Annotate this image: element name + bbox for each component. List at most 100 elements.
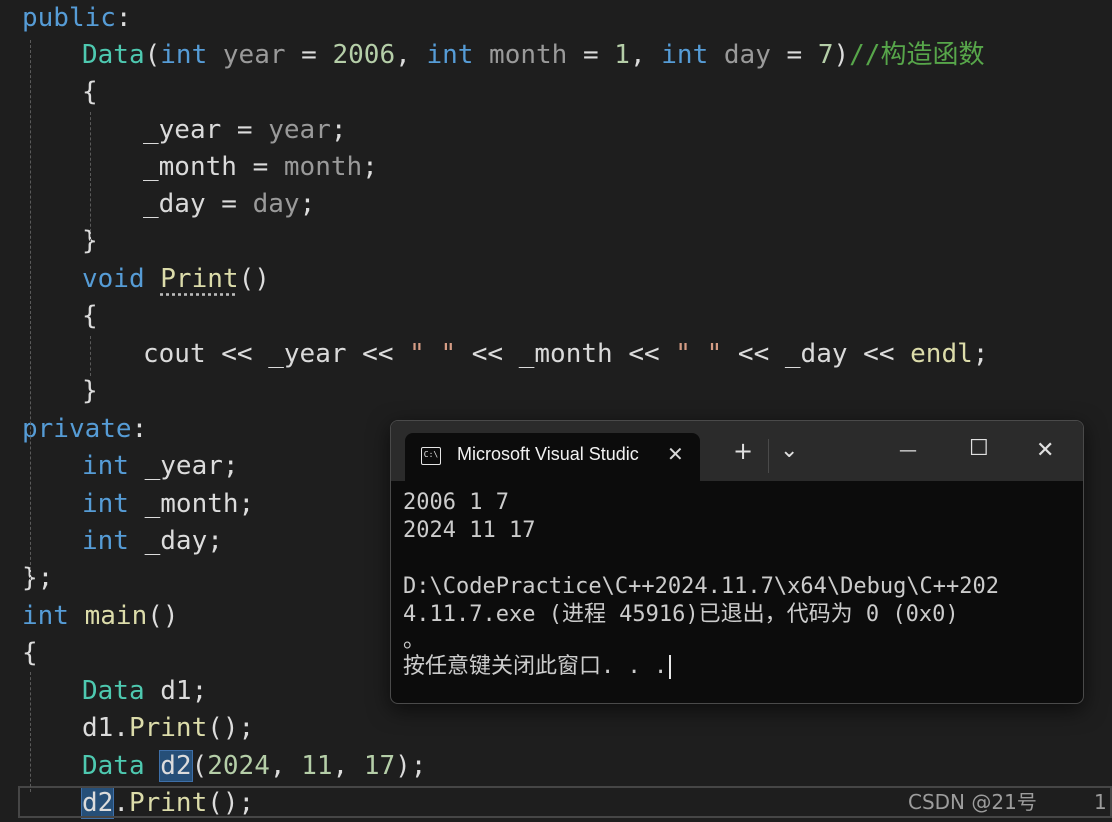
code-token: { — [82, 301, 98, 331]
code-token: 2024 — [207, 751, 270, 781]
close-window-button[interactable]: ✕ — [1036, 437, 1054, 465]
code-line[interactable]: { — [82, 298, 98, 335]
code-token: int — [82, 489, 129, 519]
code-line[interactable]: Data d2(2024, 11, 17); — [82, 748, 426, 785]
code-token: << — [847, 339, 911, 369]
code-token: ; — [362, 152, 378, 182]
terminal-line: 2006 1 7 — [403, 490, 509, 515]
code-line[interactable]: cout << _year << " " << _month << " " <<… — [143, 336, 988, 373]
code-token: ( — [191, 751, 208, 781]
chevron-down-icon[interactable]: ⌄ — [780, 437, 798, 465]
terminal-output[interactable]: 2006 1 7 2024 11 17 D:\CodePractice\C++2… — [403, 489, 1073, 681]
code-token: int — [82, 451, 129, 481]
code-line[interactable]: } — [82, 373, 98, 410]
code-line[interactable]: int _month; — [82, 486, 254, 523]
code-line[interactable]: int main() — [22, 598, 179, 635]
code-token: private — [22, 414, 132, 444]
text-caret — [669, 655, 672, 679]
code-token: _year; — [128, 451, 239, 481]
code-token: Print — [128, 713, 208, 743]
code-token: = — [285, 40, 333, 70]
code-token: _month; — [128, 489, 255, 519]
code-line[interactable]: public: — [22, 0, 132, 37]
code-token: ) — [833, 40, 850, 70]
code-line[interactable]: d1.Print(); — [82, 710, 254, 747]
code-line[interactable]: { — [22, 635, 38, 672]
code-token: , — [332, 751, 364, 781]
code-token: << — [205, 339, 269, 369]
terminal-line: 4.11.7.exe (进程 45916)已退出，代码为 0 (0x0) — [403, 602, 959, 627]
code-line[interactable]: void Print() — [82, 261, 270, 298]
code-line[interactable]: _year = year; — [143, 112, 347, 149]
code-token: , — [395, 40, 427, 70]
code-token: int — [426, 40, 474, 70]
code-token: main — [84, 601, 148, 631]
line-indicator: 1 — [1094, 790, 1107, 814]
code-token: 7 — [817, 40, 834, 70]
code-line[interactable]: int _year; — [82, 448, 239, 485]
code-token: , — [629, 40, 662, 70]
minimize-button[interactable]: — — [899, 437, 917, 465]
code-line[interactable]: private: — [22, 411, 147, 448]
indent-guide — [90, 336, 91, 376]
code-token: int — [661, 40, 709, 70]
code-token: cout — [143, 339, 206, 369]
code-line[interactable]: _month = month; — [143, 149, 378, 186]
code-token: public — [22, 3, 116, 33]
code-token: day — [252, 189, 300, 219]
code-line[interactable]: Data(int year = 2006, int month = 1, int… — [82, 37, 984, 74]
code-token: : — [131, 414, 148, 444]
indent-guide — [90, 112, 91, 242]
close-tab-icon[interactable]: ✕ — [667, 442, 684, 466]
code-token: 1 — [614, 40, 630, 70]
code-token: year — [207, 40, 286, 70]
code-token: ; — [972, 339, 989, 369]
terminal-window[interactable]: C:\ Microsoft Visual Studic ✕ + ⌄ — ☐ ✕ … — [390, 420, 1084, 704]
watermark: CSDN @21号 — [908, 790, 1037, 814]
code-token: { — [22, 638, 38, 668]
code-token: , — [269, 751, 302, 781]
code-line[interactable]: { — [82, 74, 98, 111]
code-token: () — [238, 264, 270, 294]
code-token: int — [22, 601, 69, 631]
code-token: = — [236, 152, 284, 182]
code-token: }; — [22, 563, 54, 593]
code-token: int — [82, 526, 129, 556]
code-token: endl — [910, 339, 973, 369]
code-token: _year — [268, 339, 347, 369]
code-token: 17 — [363, 751, 396, 781]
code-token: } — [82, 376, 98, 406]
new-tab-button[interactable]: + — [733, 437, 753, 465]
code-line[interactable]: int _day; — [82, 523, 223, 560]
terminal-line: D:\CodePractice\C++2024.11.7\x64\Debug\C… — [403, 574, 1000, 599]
code-token: Data — [82, 40, 145, 70]
code-line[interactable]: Data d1; — [82, 673, 207, 710]
terminal-prompt-line: 按任意键关闭此窗口. . . — [403, 653, 1073, 681]
code-token: //构造函数 — [849, 40, 985, 70]
terminal-tab[interactable]: C:\ Microsoft Visual Studic ✕ — [405, 433, 700, 481]
terminal-line: 。 — [403, 628, 426, 653]
code-line[interactable]: _day = day; — [143, 186, 315, 223]
terminal-tab-title: Microsoft Visual Studic — [457, 444, 639, 464]
code-token: month — [473, 40, 568, 70]
code-token: = — [205, 189, 253, 219]
tab-divider — [768, 439, 769, 473]
code-token: _day — [143, 189, 206, 219]
code-token: << — [456, 339, 519, 369]
code-token: " " — [409, 339, 457, 369]
code-token: (); — [207, 713, 255, 743]
maximize-button[interactable]: ☐ — [969, 435, 989, 463]
code-token: Print — [160, 264, 239, 294]
code-token: () — [147, 601, 179, 631]
code-token: _day — [784, 339, 848, 369]
code-token: month — [283, 152, 363, 182]
code-token: ; — [330, 115, 347, 145]
code-token: Data — [82, 751, 145, 781]
code-token: 11 — [301, 751, 333, 781]
code-line[interactable]: }; — [22, 560, 53, 597]
terminal-titlebar[interactable]: C:\ Microsoft Visual Studic ✕ + ⌄ — ☐ ✕ — [391, 421, 1083, 481]
code-token: _month — [143, 152, 237, 182]
code-token: << — [612, 339, 676, 369]
